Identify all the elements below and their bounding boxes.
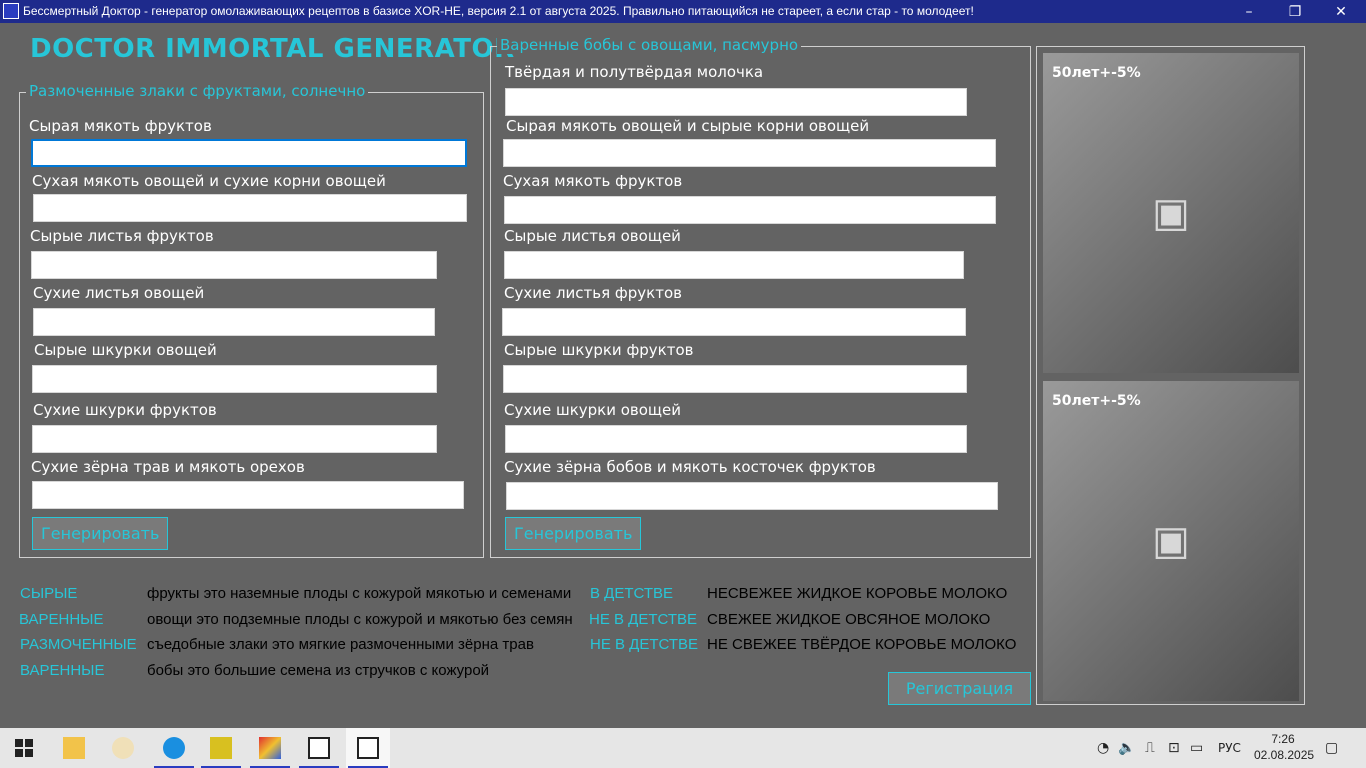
notifications-icon[interactable]: ▢ (1325, 740, 1338, 756)
office-app-icon[interactable] (248, 728, 292, 768)
photo-placeholder-top: 50лет+-5% ▣ (1043, 53, 1299, 373)
glossary-desc: бобы это большие семена из стручков с ко… (147, 662, 490, 679)
browser-icon[interactable] (152, 728, 196, 768)
volume-icon[interactable]: 🔈 (1118, 740, 1135, 756)
title-bar: Бессмертный Доктор - генератор омолажива… (0, 0, 1366, 23)
glossary-desc: съедобные злаки это мягкие размоченными … (147, 636, 534, 653)
network-icon[interactable]: ⊡ (1168, 740, 1180, 756)
taskbar: ◔ 🔈 ⎍ ⊡ ▭ РУС ▢ (0, 728, 1366, 768)
left-field-label-1: Сырая мякоть фруктов (29, 117, 212, 135)
right-recipe-group: Варенные бобы с овощами, пасмурно Твёрда… (490, 36, 1031, 558)
left-input-6[interactable] (32, 425, 437, 453)
clock-date: 02.08.2025 (1254, 748, 1315, 762)
battery-icon[interactable]: ▭ (1190, 740, 1203, 756)
milk-desc: НЕСВЕЖЕЕ ЖИДКОЕ КОРОВЬЕ МОЛОКО (707, 585, 1008, 602)
clock-time: 7:26 (1271, 732, 1295, 746)
right-field-label-7: Сухие шкурки овощей (504, 401, 682, 419)
left-field-label-3: Сырые листья фруктов (30, 227, 214, 245)
image-placeholder-icon: ▣ (1152, 518, 1190, 564)
left-input-3[interactable] (31, 251, 437, 279)
right-input-3[interactable] (504, 196, 996, 224)
left-field-label-6: Сухие шкурки фруктов (33, 401, 217, 419)
right-field-label-4: Сырые листья овощей (504, 227, 681, 245)
file-explorer-icon[interactable] (52, 728, 96, 768)
right-input-2[interactable] (503, 139, 996, 167)
right-input-6[interactable] (503, 365, 967, 393)
left-input-1[interactable] (31, 139, 467, 167)
right-input-7[interactable] (505, 425, 967, 453)
left-generate-button[interactable]: Генерировать (32, 517, 169, 550)
start-button[interactable] (2, 728, 46, 768)
app-icon[interactable] (3, 3, 19, 19)
right-field-label-5: Сухие листья фруктов (504, 284, 682, 302)
right-field-label-6: Сырые шкурки фруктов (504, 341, 694, 359)
windows-logo-icon (15, 739, 33, 757)
app-window-icon-active[interactable] (346, 728, 390, 768)
left-input-7[interactable] (32, 481, 464, 509)
glossary-term: ВАРЕННЫЕ (20, 662, 105, 679)
milk-desc: НЕ СВЕЖЕЕ ТВЁРДОЕ КОРОВЬЕ МОЛОКО (707, 636, 1017, 653)
close-button[interactable]: ✕ (1318, 0, 1364, 23)
glossary-term: РАЗМОЧЕННЫЕ (20, 636, 137, 653)
right-field-label-8: Сухие зёрна бобов и мякоть косточек фрук… (504, 458, 876, 476)
app-window-icon[interactable] (297, 728, 341, 768)
photo-caption-top: 50лет+-5% (1052, 65, 1141, 81)
left-field-label-5: Сырые шкурки овощей (34, 341, 217, 359)
right-group-legend: Варенные бобы с овощами, пасмурно (497, 36, 802, 54)
left-recipe-group: Размоченные злаки с фруктами, солнечно С… (19, 82, 484, 558)
right-input-1[interactable] (505, 88, 967, 116)
clock[interactable]: 7:26 02.08.2025 (1254, 731, 1315, 763)
right-field-label-3: Сухая мякоть фруктов (503, 172, 683, 190)
app-brand-title: DOCTOR IMMORTAL GENERATOR (30, 34, 515, 64)
left-field-label-2: Сухая мякоть овощей и сухие корни овощей (32, 172, 386, 190)
cash-app-icon[interactable] (199, 728, 243, 768)
register-button[interactable]: Регистрация (888, 672, 1031, 705)
left-group-legend: Размоченные злаки с фруктами, солнечно (26, 82, 369, 100)
right-generate-button[interactable]: Генерировать (505, 517, 642, 550)
milk-term: В ДЕТСТВЕ (590, 585, 674, 602)
glossary-term: ВАРЕННЫЕ (19, 611, 104, 628)
right-input-8[interactable] (506, 482, 998, 510)
usb-icon[interactable]: ⎍ (1145, 740, 1155, 756)
glossary-term: СЫРЫЕ (20, 585, 78, 602)
milk-term: НЕ В ДЕТСТВЕ (590, 636, 699, 653)
right-input-4[interactable] (504, 251, 964, 279)
left-input-4[interactable] (33, 308, 435, 336)
left-field-label-4: Сухие листья овощей (33, 284, 205, 302)
maximize-button[interactable]: ❐ (1272, 0, 1318, 23)
milk-term: НЕ В ДЕТСТВЕ (589, 611, 698, 628)
photo-panel: 50лет+-5% ▣ 50лет+-5% ▣ (1036, 46, 1305, 705)
left-field-label-7: Сухие зёрна трав и мякоть орехов (31, 458, 305, 476)
right-field-label-1: Твёрдая и полутвёрдая молочка (505, 63, 764, 81)
language-indicator[interactable]: РУС (1218, 741, 1241, 755)
right-input-5[interactable] (502, 308, 966, 336)
photo-caption-bottom: 50лет+-5% (1052, 393, 1141, 409)
minimize-button[interactable]: – (1226, 0, 1272, 23)
paint-icon[interactable] (101, 728, 145, 768)
left-input-5[interactable] (32, 365, 437, 393)
window-title: Бессмертный Доктор - генератор омолажива… (23, 4, 974, 18)
glossary-desc: фрукты это наземные плоды с кожурой мяко… (147, 585, 572, 602)
left-input-2[interactable] (33, 194, 467, 222)
glossary-desc: овощи это подземные плоды с кожурой и мя… (147, 611, 573, 628)
milk-desc: СВЕЖЕЕ ЖИДКОЕ ОВСЯНОЕ МОЛОКО (707, 611, 991, 628)
right-field-label-2: Сырая мякоть овощей и сырые корни овощей (506, 117, 870, 135)
photo-placeholder-bottom: 50лет+-5% ▣ (1043, 381, 1299, 701)
wifi-icon[interactable]: ◔ (1097, 740, 1109, 756)
image-placeholder-icon: ▣ (1152, 190, 1190, 236)
